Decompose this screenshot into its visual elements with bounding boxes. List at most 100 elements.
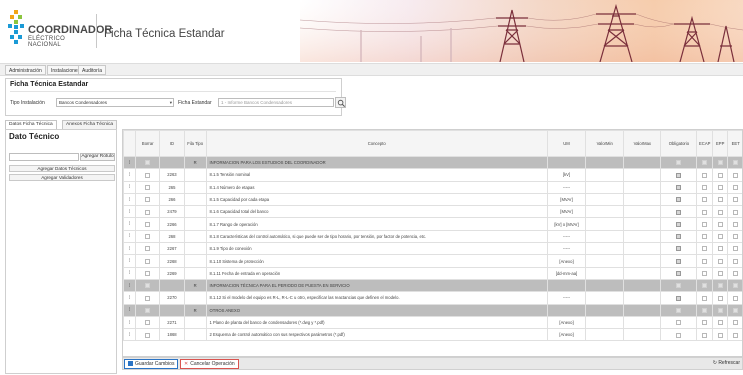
table-row[interactable]: ⁞ 268 8.1.8 Características del control au… bbox=[123, 229, 742, 244]
eet-checkbox[interactable] bbox=[733, 221, 739, 227]
ecap-checkbox[interactable] bbox=[702, 160, 708, 166]
cancelar-operacion-button[interactable]: ✕ Cancelar Operación bbox=[180, 359, 239, 369]
obligatorio-checkbox[interactable] bbox=[676, 332, 682, 338]
drag-handle-icon[interactable]: ⁞ bbox=[123, 303, 137, 317]
ecap-checkbox[interactable] bbox=[702, 184, 708, 190]
eet-checkbox[interactable] bbox=[733, 197, 739, 203]
valor-max-cell[interactable] bbox=[623, 278, 662, 293]
valor-min-cell[interactable] bbox=[585, 205, 625, 219]
valor-min-cell[interactable] bbox=[585, 254, 625, 268]
ecap-checkbox[interactable] bbox=[702, 332, 708, 338]
valor-min-cell[interactable] bbox=[585, 242, 625, 256]
epp-checkbox[interactable] bbox=[717, 234, 723, 240]
ecap-checkbox[interactable] bbox=[702, 234, 708, 240]
ecap-checkbox[interactable] bbox=[702, 320, 708, 326]
valor-min-cell[interactable] bbox=[585, 266, 625, 280]
eet-checkbox[interactable] bbox=[733, 246, 739, 252]
epp-checkbox[interactable] bbox=[717, 271, 723, 277]
obligatorio-checkbox[interactable] bbox=[676, 172, 682, 178]
drag-handle-icon[interactable]: ⁞ bbox=[123, 242, 137, 256]
epp-checkbox[interactable] bbox=[717, 246, 723, 252]
borrar-checkbox[interactable] bbox=[145, 184, 151, 190]
borrar-checkbox[interactable] bbox=[145, 295, 151, 301]
borrar-checkbox[interactable] bbox=[145, 221, 151, 227]
ecap-checkbox[interactable] bbox=[702, 209, 708, 215]
eet-checkbox[interactable] bbox=[733, 184, 739, 190]
valor-max-cell[interactable] bbox=[623, 217, 662, 231]
table-row[interactable]: ⁞ 1868 2 Esquema de control automático con… bbox=[123, 328, 742, 342]
drag-handle-icon[interactable]: ⁞ bbox=[123, 291, 137, 305]
epp-checkbox[interactable] bbox=[717, 184, 723, 190]
obligatorio-checkbox[interactable] bbox=[676, 295, 682, 301]
drag-handle-icon[interactable]: ⁞ bbox=[123, 266, 137, 280]
epp-checkbox[interactable] bbox=[717, 307, 723, 313]
drag-handle-icon[interactable]: ⁞ bbox=[123, 229, 137, 244]
drag-handle-icon[interactable]: ⁞ bbox=[123, 328, 137, 342]
valor-max-cell[interactable] bbox=[623, 291, 662, 305]
agregar-rotulo-button[interactable]: Agregar Rotulo bbox=[80, 153, 115, 161]
borrar-checkbox[interactable] bbox=[145, 332, 151, 338]
valor-max-cell[interactable] bbox=[623, 168, 662, 182]
valor-max-cell[interactable] bbox=[623, 242, 662, 256]
section-row[interactable]: ⁞ R INFORMACION PARA LOS ESTUDIOS DEL COOR… bbox=[123, 155, 742, 170]
table-row[interactable]: ⁞ 2479 8.1.6 Capacidad total del banco [MVA… bbox=[123, 205, 742, 219]
obligatorio-checkbox[interactable] bbox=[676, 271, 682, 277]
valor-min-cell[interactable] bbox=[585, 180, 625, 194]
ecap-checkbox[interactable] bbox=[702, 307, 708, 313]
valor-min-cell[interactable] bbox=[585, 192, 625, 207]
valor-max-cell[interactable] bbox=[623, 315, 662, 330]
ecap-checkbox[interactable] bbox=[702, 295, 708, 301]
column-header[interactable]: ValorMax bbox=[623, 130, 662, 157]
column-header[interactable]: Borrar bbox=[135, 130, 161, 157]
eet-checkbox[interactable] bbox=[733, 283, 739, 289]
valor-max-cell[interactable] bbox=[623, 192, 662, 207]
table-row[interactable]: ⁞ 2263 8.1.5 Tensión nominal [kV] bbox=[123, 168, 742, 182]
borrar-checkbox[interactable] bbox=[145, 246, 151, 252]
obligatorio-checkbox[interactable] bbox=[676, 258, 682, 264]
ecap-checkbox[interactable] bbox=[702, 246, 708, 252]
eet-checkbox[interactable] bbox=[733, 332, 739, 338]
valor-max-cell[interactable] bbox=[623, 328, 662, 342]
obligatorio-checkbox[interactable] bbox=[676, 320, 682, 326]
table-row[interactable]: ⁞ 2269 8.1.11 Fecha de entrada en operació… bbox=[123, 266, 742, 280]
eet-checkbox[interactable] bbox=[733, 172, 739, 178]
eet-checkbox[interactable] bbox=[733, 160, 739, 166]
column-header[interactable]: ECAP bbox=[696, 130, 713, 157]
eet-checkbox[interactable] bbox=[733, 234, 739, 240]
eet-checkbox[interactable] bbox=[733, 258, 739, 264]
drag-handle-icon[interactable]: ⁞ bbox=[123, 278, 137, 293]
section-row[interactable]: ⁞ R OTROS ANEXO bbox=[123, 303, 742, 317]
valor-max-cell[interactable] bbox=[623, 254, 662, 268]
valor-max-cell[interactable] bbox=[623, 266, 662, 280]
valor-min-cell[interactable] bbox=[585, 155, 625, 170]
drag-handle-icon[interactable]: ⁞ bbox=[123, 254, 137, 268]
epp-checkbox[interactable] bbox=[717, 283, 723, 289]
ecap-checkbox[interactable] bbox=[702, 197, 708, 203]
borrar-checkbox[interactable] bbox=[145, 320, 151, 326]
obligatorio-checkbox[interactable] bbox=[676, 184, 682, 190]
obligatorio-checkbox[interactable] bbox=[676, 307, 682, 313]
borrar-checkbox[interactable] bbox=[145, 271, 151, 277]
obligatorio-checkbox[interactable] bbox=[676, 246, 682, 252]
tab-anexos-ficha-tecnica[interactable]: Anexos Ficha Técnica bbox=[62, 120, 118, 129]
menu-administracion[interactable]: Administración bbox=[5, 65, 46, 75]
eet-checkbox[interactable] bbox=[733, 271, 739, 277]
ecap-checkbox[interactable] bbox=[702, 221, 708, 227]
epp-checkbox[interactable] bbox=[717, 258, 723, 264]
epp-checkbox[interactable] bbox=[717, 332, 723, 338]
search-button[interactable] bbox=[335, 97, 346, 108]
rotulo-input[interactable] bbox=[9, 153, 79, 161]
obligatorio-checkbox[interactable] bbox=[676, 209, 682, 215]
drag-handle-icon[interactable]: ⁞ bbox=[123, 217, 137, 231]
tipo-instalacion-select[interactable]: Bancos Condensadores ▾ bbox=[56, 98, 174, 107]
table-row[interactable]: ⁞ 2270 8.1.12 Si el modelo del equipo es R… bbox=[123, 291, 742, 305]
borrar-checkbox[interactable] bbox=[145, 209, 151, 215]
refresh-button[interactable]: ↻ Refrescar bbox=[713, 360, 740, 366]
epp-checkbox[interactable] bbox=[717, 221, 723, 227]
epp-checkbox[interactable] bbox=[717, 209, 723, 215]
borrar-checkbox[interactable] bbox=[145, 307, 151, 313]
valor-min-cell[interactable] bbox=[585, 229, 625, 244]
section-row[interactable]: ⁞ R INFORMACION TÉCNICA PARA EL PERIODO DE… bbox=[123, 278, 742, 293]
borrar-checkbox[interactable] bbox=[145, 258, 151, 264]
valor-min-cell[interactable] bbox=[585, 328, 625, 342]
